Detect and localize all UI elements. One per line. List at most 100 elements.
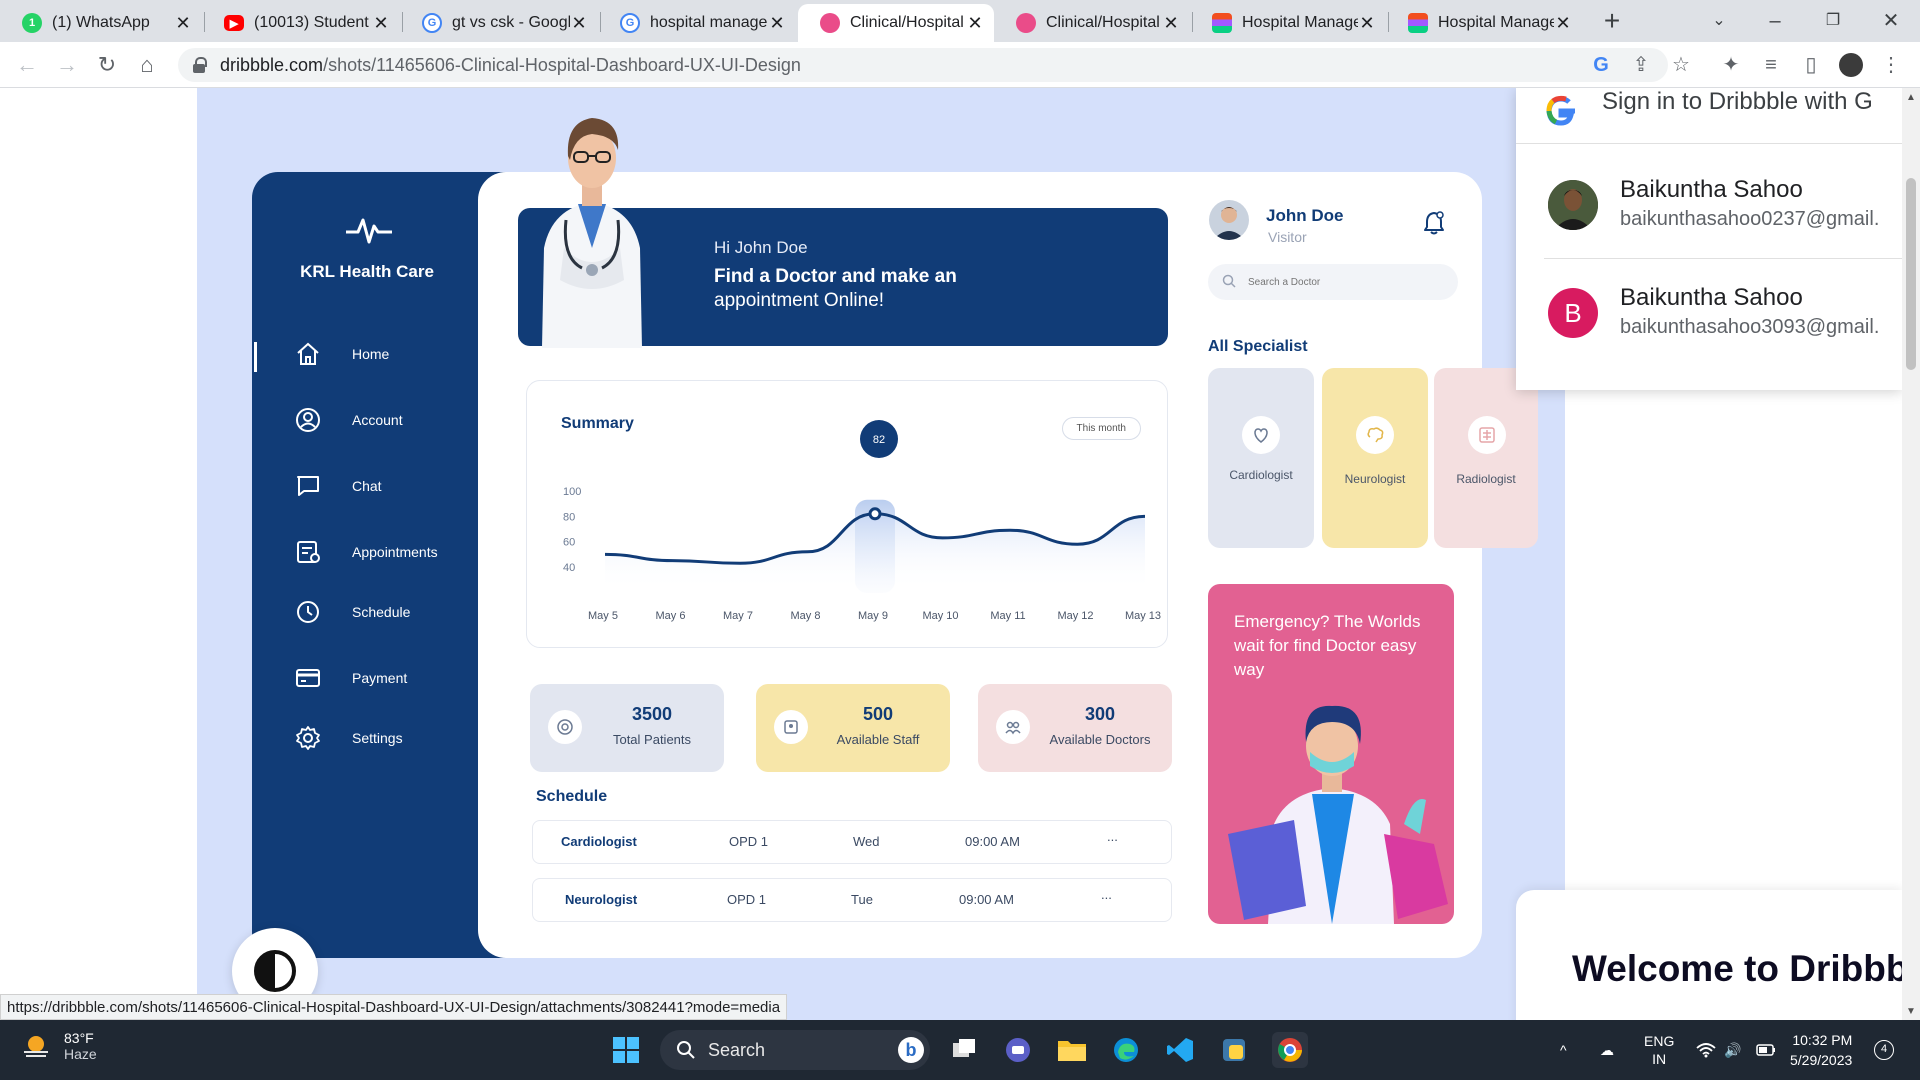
schedule-title: Schedule bbox=[536, 788, 608, 805]
gear-icon bbox=[294, 724, 322, 752]
back-icon[interactable]: ← bbox=[12, 50, 42, 80]
stat-card-available-staff[interactable]: 500 Available Staff bbox=[756, 684, 950, 772]
browser-tab-google-search-2[interactable]: G hospital managem ✕ bbox=[598, 4, 796, 42]
nav-schedule[interactable]: Schedule bbox=[294, 598, 410, 626]
scrollbar-thumb[interactable] bbox=[1906, 178, 1916, 370]
close-tab-icon[interactable]: ✕ bbox=[570, 13, 588, 34]
system-clock[interactable]: 10:32 PM 5/29/2023 bbox=[1790, 1030, 1852, 1070]
close-tab-icon[interactable]: ✕ bbox=[1162, 13, 1180, 34]
show-hidden-icons-chevron[interactable]: ^ bbox=[1560, 1020, 1567, 1080]
xray-icon bbox=[1468, 416, 1506, 454]
close-tab-icon[interactable]: ✕ bbox=[768, 13, 786, 34]
home-icon[interactable]: ⌂ bbox=[132, 50, 162, 80]
browser-tab-figma-2[interactable]: Hospital Managem ✕ bbox=[1386, 4, 1582, 42]
python-icon[interactable] bbox=[1216, 1032, 1252, 1068]
specialist-card-neurologist[interactable]: Neurologist bbox=[1322, 368, 1428, 548]
nav-payment[interactable]: Payment bbox=[294, 664, 407, 692]
address-bar: ← → ↻ ⌂ dribbble.com/shots/11465606-Clin… bbox=[0, 42, 1920, 88]
windows-start-icon[interactable] bbox=[608, 1032, 644, 1068]
stat-label: Available Staff bbox=[836, 732, 920, 747]
weather-widget[interactable]: 83°F Haze bbox=[20, 1030, 97, 1062]
close-tab-icon[interactable]: ✕ bbox=[1358, 13, 1376, 34]
browser-tab-figma-1[interactable]: Hospital Managem ✕ bbox=[1190, 4, 1386, 42]
url-field[interactable]: dribbble.com/shots/11465606-Clinical-Hos… bbox=[178, 48, 1668, 82]
taskbar-search[interactable]: Search b bbox=[660, 1030, 930, 1070]
nav-account[interactable]: Account bbox=[294, 406, 403, 434]
minimize-button[interactable]: – bbox=[1752, 4, 1798, 38]
nav-home[interactable]: Home bbox=[294, 340, 389, 368]
language-indicator[interactable]: ENG IN bbox=[1644, 1020, 1674, 1080]
user-avatar[interactable] bbox=[1209, 200, 1249, 240]
appointments-icon bbox=[294, 538, 322, 566]
profile-avatar-icon[interactable] bbox=[1836, 50, 1866, 80]
new-tab-button[interactable]: + bbox=[1596, 6, 1628, 38]
browser-tab-google-search-1[interactable]: G gt vs csk - Google ✕ bbox=[400, 4, 598, 42]
share-icon[interactable]: ⇪ bbox=[1626, 50, 1656, 80]
account-icon bbox=[294, 406, 322, 434]
specialist-card-cardiologist[interactable]: Cardiologist bbox=[1208, 368, 1314, 548]
file-explorer-icon[interactable] bbox=[1054, 1032, 1090, 1068]
browser-tab-dribbble-active[interactable]: Clinical/Hospital D ✕ bbox=[798, 4, 994, 42]
battery-icon[interactable] bbox=[1756, 1020, 1776, 1080]
browser-tab-youtube[interactable]: ▶ (10013) Student R ✕ bbox=[202, 4, 400, 42]
tab-strip: 1 (1) WhatsApp ✕ ▶ (10013) Student R ✕ G… bbox=[0, 0, 1920, 42]
tab-search-chevron-icon[interactable]: ⌄ bbox=[1696, 4, 1742, 38]
stat-card-available-doctors[interactable]: 300 Available Doctors bbox=[978, 684, 1172, 772]
staff-icon bbox=[774, 710, 808, 744]
doctor-search-input[interactable] bbox=[1248, 276, 1438, 288]
close-window-button[interactable]: ✕ bbox=[1868, 4, 1914, 38]
forward-icon[interactable]: → bbox=[52, 50, 82, 80]
account-name: Baikuntha Sahoo bbox=[1620, 284, 1803, 311]
dashboard-shot[interactable]: KRL Health Care Home Account Chat Appoin… bbox=[252, 118, 1538, 958]
stat-card-total-patients[interactable]: 3500 Total Patients bbox=[530, 684, 724, 772]
google-icon: G bbox=[620, 13, 640, 33]
reload-icon[interactable]: ↻ bbox=[92, 50, 122, 80]
scroll-up-icon[interactable]: ▲ bbox=[1902, 92, 1920, 103]
doctor-search[interactable] bbox=[1208, 264, 1458, 300]
chrome-icon[interactable] bbox=[1272, 1032, 1308, 1068]
vscode-icon[interactable] bbox=[1162, 1032, 1198, 1068]
language-code: ENG bbox=[1644, 1033, 1675, 1049]
tab-title: Clinical/Hospital D bbox=[850, 14, 966, 31]
browser-tab-dribbble[interactable]: Clinical/Hospital D ✕ bbox=[994, 4, 1190, 42]
heartbeat-logo-icon bbox=[346, 218, 392, 244]
teams-chat-icon[interactable] bbox=[1000, 1032, 1036, 1068]
row-more-button[interactable]: ... bbox=[1101, 887, 1112, 902]
side-panel-icon[interactable]: ▯ bbox=[1796, 50, 1826, 80]
extensions-icon[interactable]: ✦ bbox=[1716, 50, 1746, 80]
page-scrollbar[interactable]: ▲ ▼ bbox=[1902, 88, 1920, 1020]
schedule-row[interactable]: Cardiologist OPD 1 Wed 09:00 AM ... bbox=[532, 820, 1172, 864]
scroll-down-icon[interactable]: ▼ bbox=[1902, 1006, 1920, 1017]
nav-chat[interactable]: Chat bbox=[294, 472, 382, 500]
schedule-row[interactable]: Neurologist OPD 1 Tue 09:00 AM ... bbox=[532, 878, 1172, 922]
specialist-card-radiologist[interactable]: Radiologist bbox=[1434, 368, 1538, 548]
row-more-button[interactable]: ... bbox=[1107, 829, 1118, 844]
browser-tab-whatsapp[interactable]: 1 (1) WhatsApp ✕ bbox=[0, 4, 202, 42]
nav-settings[interactable]: Settings bbox=[294, 724, 403, 752]
account-option[interactable]: B Baikuntha Sahoo baikunthasahoo3093@gma… bbox=[1516, 254, 1902, 364]
volume-icon[interactable]: 🔊 bbox=[1724, 1020, 1741, 1080]
bell-icon[interactable] bbox=[1422, 210, 1446, 236]
google-translate-icon[interactable]: G bbox=[1586, 50, 1616, 80]
close-tab-icon[interactable]: ✕ bbox=[1554, 13, 1572, 34]
youtube-icon: ▶ bbox=[224, 15, 244, 31]
menu-kebab-icon[interactable]: ⋮ bbox=[1876, 50, 1906, 80]
close-tab-icon[interactable]: ✕ bbox=[174, 13, 192, 34]
account-option[interactable]: Baikuntha Sahoo baikunthasahoo0237@gmail… bbox=[1516, 146, 1902, 256]
nav-appointments[interactable]: Appointments bbox=[294, 538, 438, 566]
close-tab-icon[interactable]: ✕ bbox=[372, 13, 390, 34]
google-signin-popup: Sign in to Dribbble with G Baikuntha Sah… bbox=[1516, 88, 1902, 390]
restore-button[interactable]: ❐ bbox=[1810, 4, 1856, 38]
lock-icon[interactable] bbox=[192, 57, 207, 73]
task-view-icon[interactable] bbox=[946, 1032, 982, 1068]
media-icon[interactable]: ≡ bbox=[1756, 50, 1786, 80]
edge-browser-icon[interactable] bbox=[1108, 1032, 1144, 1068]
figma-icon bbox=[1408, 13, 1428, 33]
emergency-card[interactable]: Emergency? The Worlds wait for find Doct… bbox=[1208, 584, 1454, 924]
bookmark-star-icon[interactable]: ☆ bbox=[1666, 50, 1696, 80]
onedrive-cloud-icon[interactable]: ☁ bbox=[1600, 1020, 1614, 1080]
close-tab-icon[interactable]: ✕ bbox=[966, 13, 984, 34]
notification-count-badge[interactable]: 4 bbox=[1874, 1040, 1894, 1060]
wifi-icon[interactable] bbox=[1696, 1020, 1716, 1080]
welcome-title: Welcome to Dribbb bbox=[1572, 948, 1909, 989]
